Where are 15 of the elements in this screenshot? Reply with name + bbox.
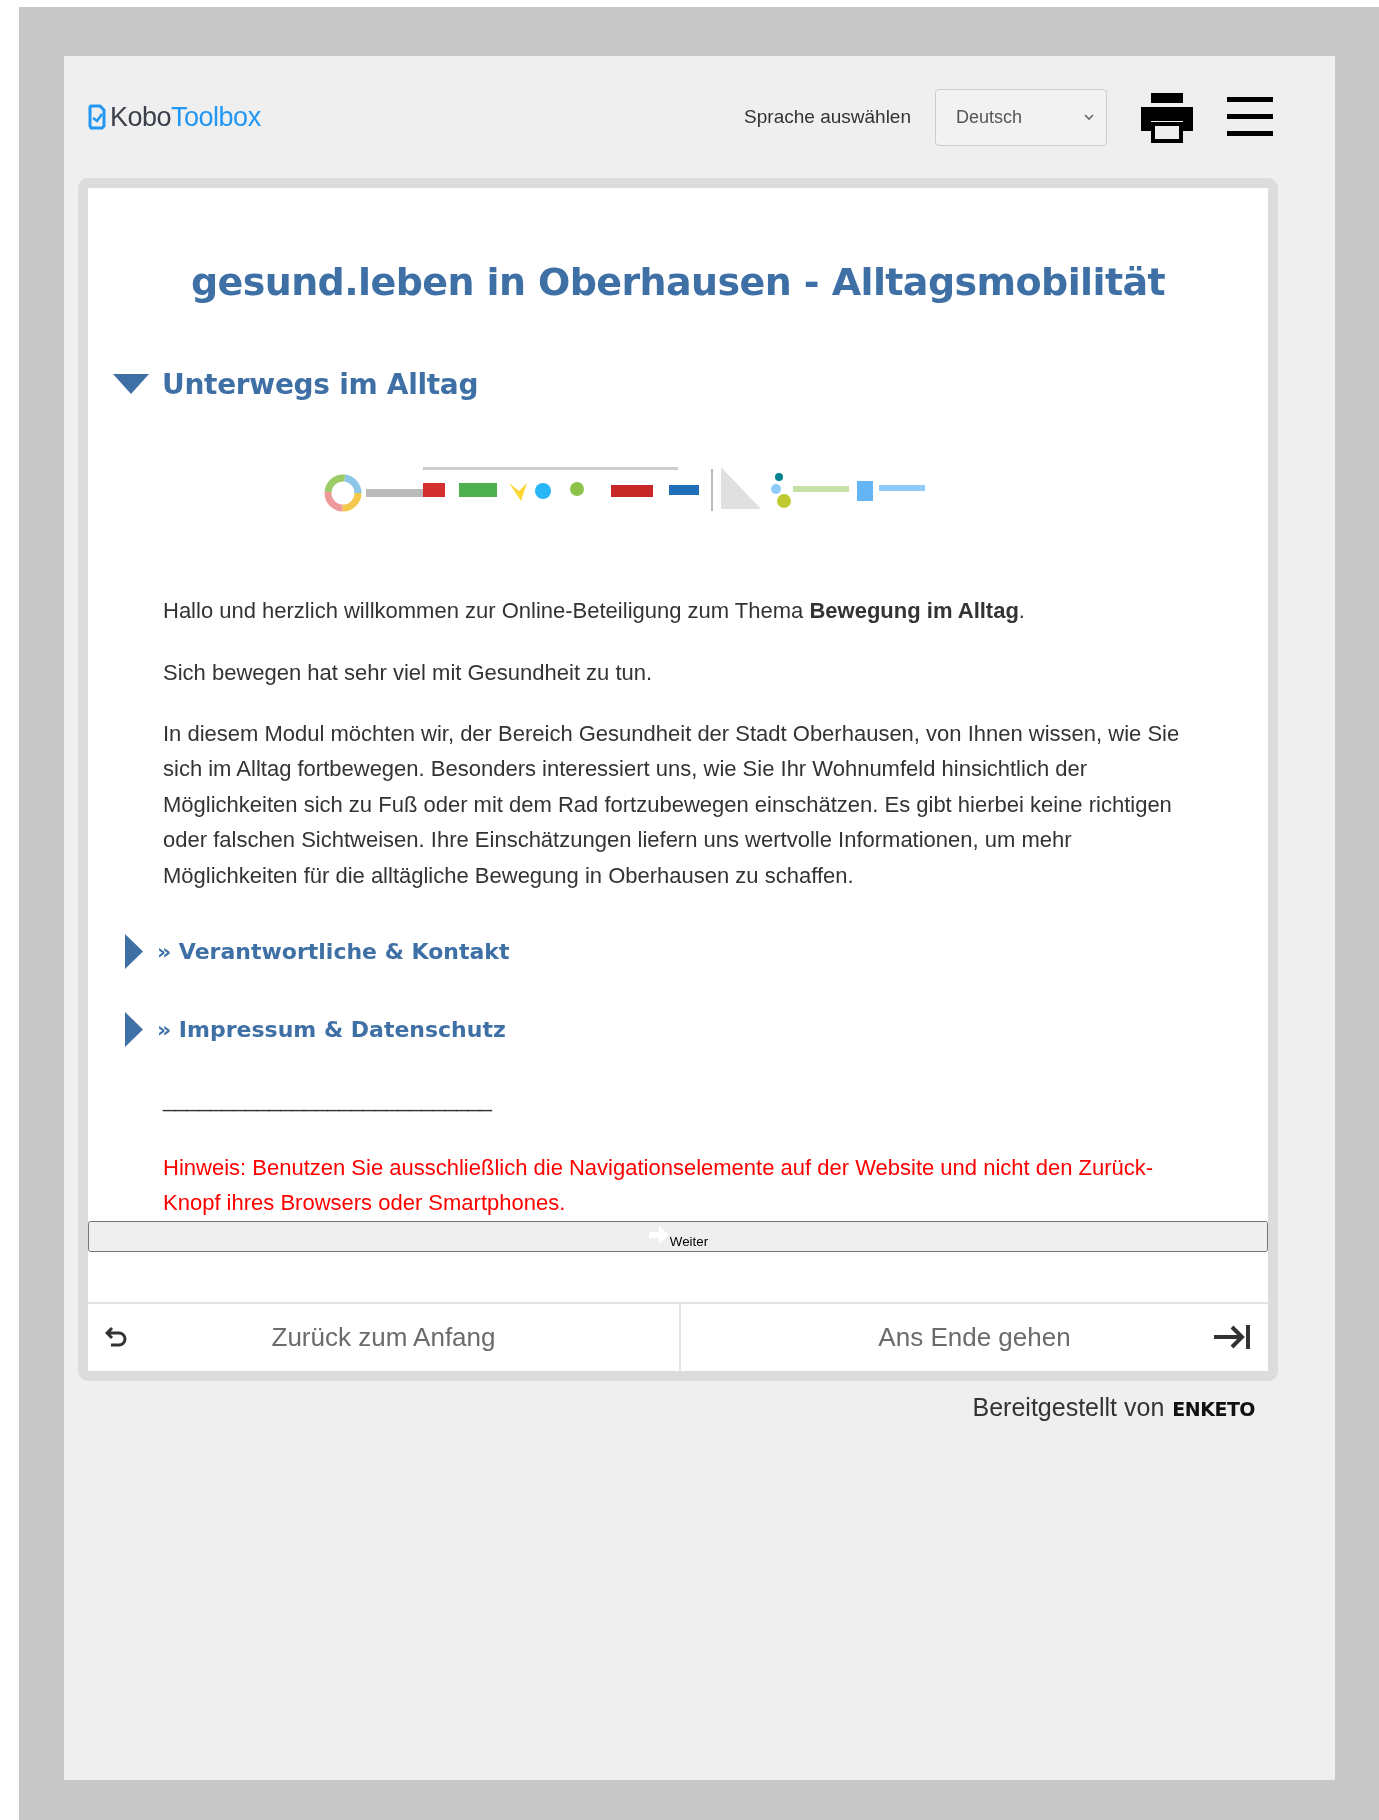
form-title: gesund.leben in Oberhausen - Alltagsmobilität [189, 262, 1167, 304]
separator-line-text: ____________________________ [163, 1086, 494, 1115]
next-button[interactable]: Weiter [88, 1220, 1268, 1252]
footer-text: Bereitgestellt von [972, 1392, 1165, 1422]
section-link[interactable]: » Verantwortliche & Kontakt [157, 939, 510, 965]
notice-text: Hinweis: Benutzen Sie ausschließlich die Navigationselemente auf der Website und nicht den Zurück-Knopf ihres Browsers oder Smartphones. [163, 1153, 1155, 1218]
intro-paragraph: Hallo und herzlich willkommen zur Online-Beteiligung zum Thema Bewegung im Alltag. [163, 596, 1026, 625]
group-heading[interactable]: Unterwegs im Alltag [162, 367, 479, 401]
enketo-logo[interactable]: ENKETO [1172, 1397, 1255, 1420]
kobotoolbox-logo: KoboToolbox [88, 101, 261, 133]
intro-paragraph: In diesem Modul möchten wir, der Bereich Gesundheit der Stadt Oberhausen, von Ihnen wissen, wie Sie sich im Alltag fortbewegen. Besonders interessiert uns, wie Sie Ihr Wohnumfeld hinsichtlich der Möglichkeiten sich zu Fuß oder mit dem Rad fortzubewegen einschätzen. Es gibt hierbei keine richtigen oder falschen Sichtweisen. Ihre Einschätzungen liefern uns wertvolle Informationen, um mehr Möglichkeiten für die alltägliche Bewegung in Oberhausen zu schaffen. [163, 719, 1181, 890]
language-label: Sprache auswählen [744, 106, 911, 128]
section-link[interactable]: » Impressum & Datenschutz [157, 1017, 506, 1043]
language-select[interactable]: Deutsch [935, 88, 1107, 146]
intro-paragraph: Sich bewegen hat sehr viel mit Gesundheit zu tun. [163, 659, 654, 688]
